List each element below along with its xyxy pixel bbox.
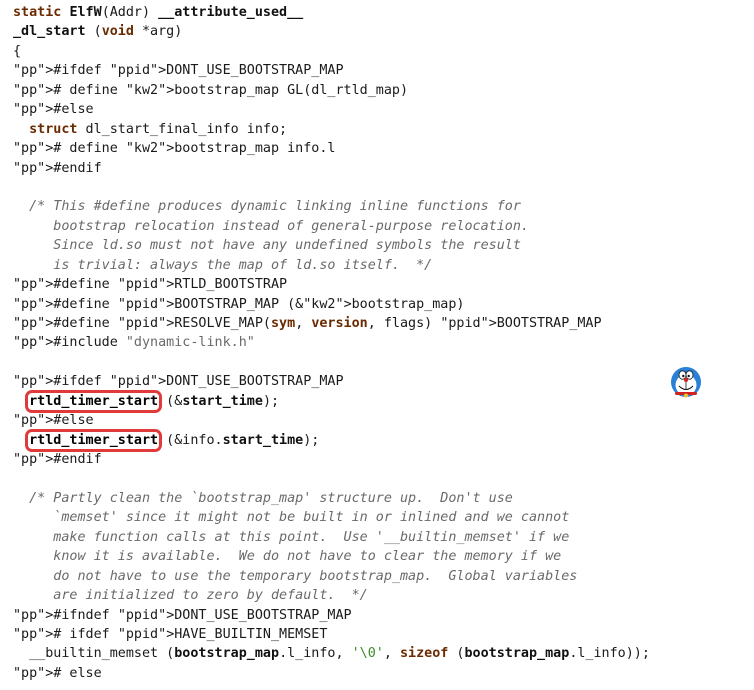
- code-line: _dl_start (void *arg): [13, 24, 183, 40]
- code-line: know it is available. We do not have to …: [13, 549, 562, 565]
- code-line: Since ld.so must not have any undefined …: [13, 238, 521, 254]
- code-line: "pp">#endif: [13, 452, 102, 468]
- code-line: "pp">#else: [13, 413, 94, 429]
- code-line: "pp">#ifndef "ppid">DONT_USE_BOOTSTRAP_M…: [13, 607, 352, 623]
- code-line: "pp">#endif: [13, 160, 102, 176]
- code-line: "pp">#include "dynamic-link.h": [13, 335, 255, 351]
- code-line: "pp">#else: [13, 102, 94, 118]
- code-line: "pp"># define "kw2">bootstrap_map GL(dl_…: [13, 82, 409, 98]
- code-line: "pp"># ifdef "ppid">HAVE_BUILTIN_MEMSET: [13, 627, 328, 642]
- code-line: __builtin_memset (bootstrap_map.l_info, …: [13, 646, 650, 662]
- code-line: make function calls at this point. Use '…: [13, 529, 570, 545]
- doraemon-mascot-icon[interactable]: [668, 364, 704, 400]
- code-line: /* Partly clean the `bootstrap_map' stru…: [13, 490, 513, 506]
- code-line: rtld_timer_start (&info.start_time);: [25, 428, 320, 452]
- code-line: "pp"># define "kw2">bootstrap_map info.l: [13, 141, 336, 157]
- code-line: rtld_timer_start (&start_time);: [25, 389, 280, 413]
- code-line: "pp">#ifdef "ppid">DONT_USE_BOOTSTRAP_MA…: [13, 63, 344, 79]
- code-line: `memset' since it might not be built in …: [13, 510, 570, 526]
- code-line: "pp">#define "ppid">RTLD_BOOTSTRAP: [13, 277, 288, 293]
- code-line: is trivial: always the map of ld.so itse…: [13, 257, 433, 273]
- code-line: "pp">#define "ppid">RESOLVE_MAP(sym, ver…: [13, 316, 602, 331]
- code-line: "pp"># else: [13, 665, 102, 681]
- code-line: are initialized to zero by default. */: [13, 588, 368, 604]
- code-line: {: [13, 43, 22, 59]
- highlighted-call: rtld_timer_start: [25, 428, 163, 452]
- code-line: "pp">#define "ppid">BOOTSTRAP_MAP (&"kw2…: [13, 296, 465, 312]
- code-line: do not have to use the temporary bootstr…: [13, 568, 578, 584]
- highlighted-call: rtld_timer_start: [25, 389, 163, 413]
- code-line: "pp">#ifdef "ppid">DONT_USE_BOOTSTRAP_MA…: [13, 374, 344, 390]
- code-line: bootstrap relocation instead of general-…: [13, 218, 529, 234]
- code-line: static ElfW(Addr) __attribute_used__: [13, 5, 304, 20]
- code-line: /* This #define produces dynamic linking…: [13, 199, 521, 215]
- code-listing: static ElfW(Addr) __attribute_used__ _dl_…: [13, 3, 650, 683]
- code-line: struct dl_start_final_info info;: [29, 121, 288, 137]
